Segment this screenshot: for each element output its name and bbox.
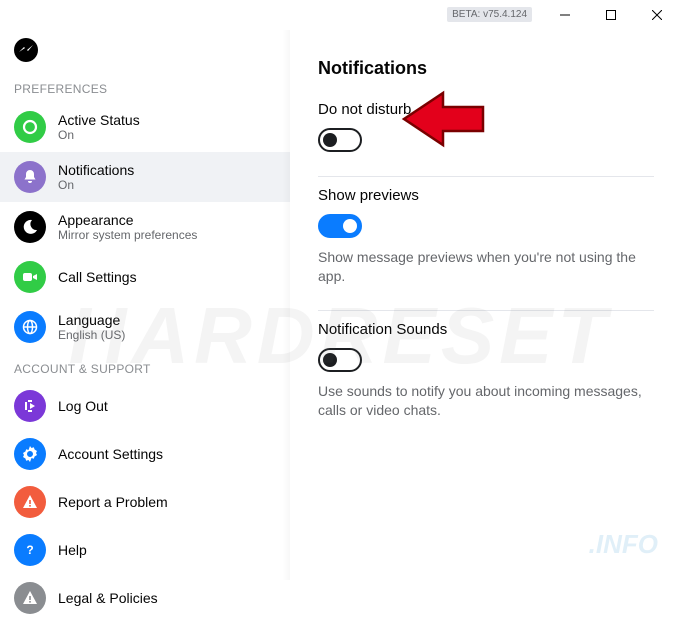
annotation-arrow-icon [398, 89, 488, 149]
sidebar-item-label: Report a Problem [58, 494, 168, 510]
window-titlebar: BETA: v75.4.124 [0, 0, 680, 30]
sounds-toggle[interactable] [318, 348, 362, 372]
svg-text:?: ? [26, 543, 33, 557]
sidebar-item-sub: Mirror system preferences [58, 228, 197, 242]
setting-title: Show previews [318, 187, 654, 204]
sidebar-item-call-settings[interactable]: Call Settings [0, 252, 290, 302]
sidebar-item-appearance[interactable]: Appearance Mirror system preferences [0, 202, 290, 252]
sidebar-item-label: Log Out [58, 398, 108, 414]
sidebar-item-legal-policies[interactable]: Legal & Policies [0, 574, 290, 622]
moon-icon [14, 211, 46, 243]
sidebar-item-help[interactable]: ? Help [0, 526, 290, 574]
warning-icon [14, 486, 46, 518]
sidebar-item-language[interactable]: Language English (US) [0, 302, 290, 352]
gear-icon [14, 438, 46, 470]
sidebar-item-sub: English (US) [58, 328, 125, 342]
sidebar-item-log-out[interactable]: Log Out [0, 382, 290, 430]
setting-description: Use sounds to notify you about incoming … [318, 382, 654, 420]
setting-title: Do not disturb [318, 101, 654, 118]
sidebar-item-report-problem[interactable]: Report a Problem [0, 478, 290, 526]
sidebar-item-active-status[interactable]: Active Status On [0, 102, 290, 152]
bell-icon [14, 161, 46, 193]
section-header-preferences: PREFERENCES [0, 72, 290, 102]
beta-badge: BETA: v75.4.124 [447, 7, 532, 22]
divider [318, 310, 654, 311]
sidebar-item-label: Appearance [58, 212, 197, 228]
setting-title: Notification Sounds [318, 321, 654, 338]
page-title: Notifications [318, 58, 654, 79]
sidebar-item-label: Notifications [58, 162, 134, 178]
setting-description: Show message previews when you're not us… [318, 248, 654, 286]
help-icon: ? [14, 534, 46, 566]
previews-toggle[interactable] [318, 214, 362, 238]
sidebar-item-label: Legal & Policies [58, 590, 158, 606]
sidebar-item-label: Active Status [58, 112, 140, 128]
sidebar-item-notifications[interactable]: Notifications On [0, 152, 290, 202]
window-maximize-button[interactable] [588, 0, 634, 30]
sidebar-item-label: Help [58, 542, 87, 558]
divider [318, 176, 654, 177]
dnd-toggle[interactable] [318, 128, 362, 152]
setting-show-previews: Show previews Show message previews when… [318, 179, 654, 308]
sidebar-item-label: Account Settings [58, 446, 163, 462]
messenger-logo-icon [14, 38, 38, 62]
window-close-button[interactable] [634, 0, 680, 30]
sidebar: PREFERENCES Active Status On Notificatio… [0, 30, 290, 580]
sidebar-item-sub: On [58, 128, 140, 142]
logout-icon [14, 390, 46, 422]
sidebar-item-label: Language [58, 312, 125, 328]
setting-notification-sounds: Notification Sounds Use sounds to notify… [318, 313, 654, 442]
main-panel: Notifications Do not disturb Show previe… [290, 30, 680, 580]
setting-do-not-disturb: Do not disturb [318, 93, 654, 174]
video-icon [14, 261, 46, 293]
sidebar-item-label: Call Settings [58, 269, 137, 285]
window-minimize-button[interactable] [542, 0, 588, 30]
section-header-account: ACCOUNT & SUPPORT [0, 352, 290, 382]
sidebar-item-account-settings[interactable]: Account Settings [0, 430, 290, 478]
globe-icon [14, 311, 46, 343]
sidebar-item-sub: On [58, 178, 134, 192]
active-status-icon [14, 111, 46, 143]
policies-icon [14, 582, 46, 614]
